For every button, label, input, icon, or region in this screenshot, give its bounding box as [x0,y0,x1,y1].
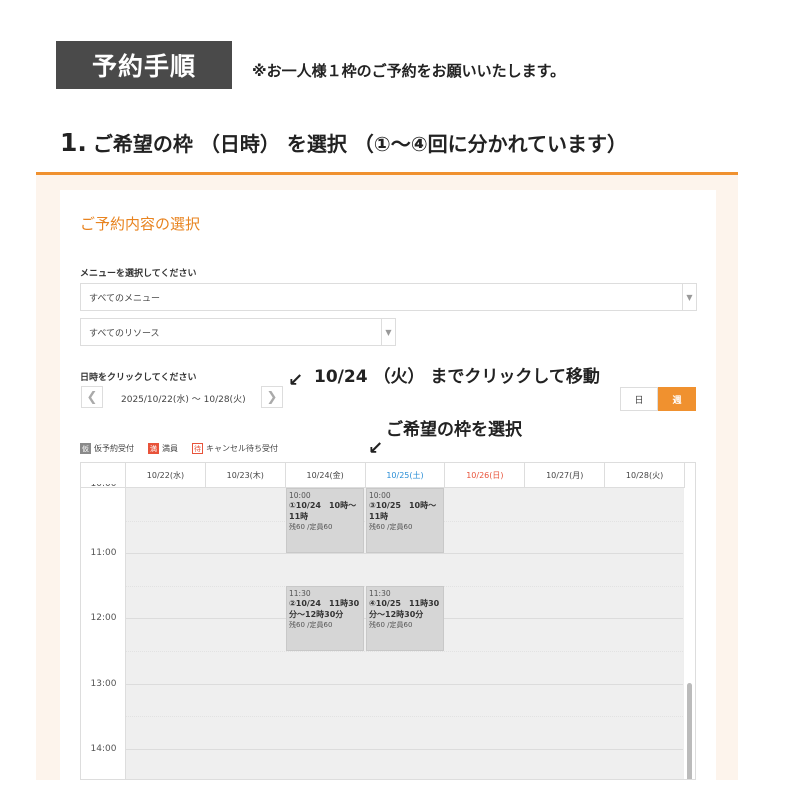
slot-time: 10:00 [289,491,311,500]
view-toggle: 日 週 [620,387,696,411]
resource-select[interactable]: すべてのリソース ▼ [80,318,396,346]
time-label: 11:00 [90,548,117,558]
slot-name: ④10/25 11時30分〜12時30分 [369,599,440,619]
page-title: 予約手順 [56,41,232,89]
slot-remaining: 残60 /定員60 [369,620,413,629]
legend-item: 待 キャンセル待ち受付 [192,443,278,454]
time-slot[interactable]: 10:00 ③10/25 10時〜11時 残60 /定員60 [366,488,444,553]
slot-remaining: 残60 /定員60 [369,522,413,531]
datetime-label: 日時をクリックしてください [80,373,197,383]
legend-label: 満員 [162,444,178,453]
legend-badge: 満 [148,443,159,454]
menu-label: メニューを選択してください [80,269,197,279]
day-header: 10/26(日) [445,463,526,487]
time-slot[interactable]: 11:30 ②10/24 11時30分〜12時30分 残60 /定員60 [286,586,364,651]
time-label: 14:00 [90,744,117,754]
annotation-move: 10/24 （火） までクリックして移動 [314,367,600,387]
slot-name: ③10/25 10時〜11時 [369,501,437,521]
grid-line [126,651,685,652]
time-label-cut: 10:00 [90,484,117,489]
day-header: 10/28(火) [605,463,685,487]
legend-badge: 待 [192,443,203,454]
legend-item: 仮 仮予約受付 [80,443,134,454]
legend-label: 仮予約受付 [94,444,134,453]
step-text: ご希望の枠 （日時） を選択 （①〜④回に分かれています） [92,132,628,156]
grid-line [126,749,685,750]
slot-name: ①10/24 10時〜11時 [289,501,357,521]
step-number: 1. [60,128,87,157]
day-view-button[interactable]: 日 [620,387,658,411]
date-range: 2025/10/22(水) 〜 10/28(火) [121,395,246,405]
slot-remaining: 残60 /定員60 [289,522,333,531]
booking-note: ※お一人様１枠のご予約をお願いいたします。 [252,62,566,80]
day-header: 10/22(水) [126,463,206,487]
menu-select[interactable]: すべてのメニュー ▼ [80,283,697,311]
calendar-header: 10/22(水) 10/23(木) 10/24(金) 10/25(土) 10/2… [81,463,685,488]
time-slot[interactable]: 10:00 ①10/24 10時〜11時 残60 /定員60 [286,488,364,553]
day-header: 10/27(月) [525,463,606,487]
legend-item: 満 満員 [148,443,178,454]
legend-label: キャンセル待ち受付 [206,444,278,453]
grid-line [126,553,685,554]
step-heading: 1. ご希望の枠 （日時） を選択 （①〜④回に分かれています） [60,128,627,157]
prev-week-button[interactable]: ❮ [81,386,103,408]
legend: 仮 仮予約受付 満 満員 待 キャンセル待ち受付 [80,443,292,454]
slot-time: 10:00 [369,491,391,500]
next-week-button[interactable]: ❯ [261,386,283,408]
calendar-body: 10:00 11:00 12:00 13:00 14:00 10:00 ①10/… [81,484,685,779]
annotation-arrow-icon: ↙ [288,370,304,391]
dropdown-arrow-icon: ▼ [381,319,395,345]
calendar: 10/22(水) 10/23(木) 10/24(金) 10/25(土) 10/2… [80,462,696,780]
dropdown-arrow-icon: ▼ [682,284,696,310]
card-title: ご予約内容の選択 [80,215,201,233]
day-header: 10/24(金) [286,463,366,487]
time-slot[interactable]: 11:30 ④10/25 11時30分〜12時30分 残60 /定員60 [366,586,444,651]
time-label: 13:00 [90,679,117,689]
slot-remaining: 残60 /定員60 [289,620,333,629]
day-header: 10/23(木) [206,463,286,487]
annotation-arrow-icon: ↙ [368,438,384,459]
time-label: 12:00 [90,613,117,623]
week-view-button[interactable]: 週 [658,387,696,411]
slot-time: 11:30 [369,589,391,598]
chevron-left-icon: ❮ [86,389,98,405]
resource-select-value: すべてのリソース [89,328,160,339]
menu-select-value: すべてのメニュー [89,293,161,304]
slot-name: ②10/24 11時30分〜12時30分 [289,599,360,619]
scroll-thumb[interactable] [687,683,692,779]
time-gutter [81,488,126,779]
day-header: 10/25(土) [366,463,446,487]
grid-line [126,716,685,717]
annotation-select: ご希望の枠を選択 [386,420,522,440]
chevron-right-icon: ❯ [266,389,278,405]
calendar-scrollbar[interactable] [683,488,695,779]
legend-badge: 仮 [80,443,91,454]
page: 予約手順 ※お一人様１枠のご予約をお願いいたします。 1. ご希望の枠 （日時） … [0,0,800,800]
grid-line [126,684,685,685]
slot-time: 11:30 [289,589,311,598]
